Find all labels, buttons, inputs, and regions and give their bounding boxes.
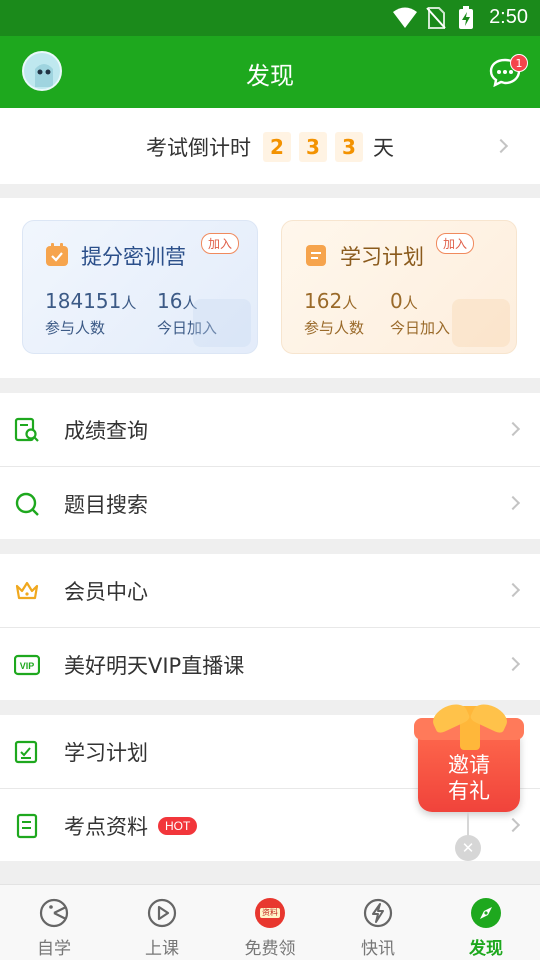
gift-connector — [467, 812, 469, 836]
menu-item-member-center[interactable]: 会员中心 — [0, 554, 540, 626]
join-button[interactable]: 加入 — [201, 233, 240, 254]
menu-item-label: 成绩查询 — [64, 419, 148, 443]
stat-unit: 人 — [121, 294, 137, 312]
participants-count: 184151人 — [45, 289, 136, 313]
stat-value: 184151 — [45, 289, 122, 313]
search-icon — [15, 492, 39, 516]
tab-self-study[interactable]: 自学 — [0, 885, 108, 960]
document-icon — [16, 813, 38, 839]
stat-unit: 人 — [342, 294, 358, 312]
no-sim-icon — [426, 7, 446, 29]
countdown-digit: 2 — [263, 132, 291, 162]
stat-label: 参与人数 — [304, 319, 365, 337]
stat-unit: 人 — [402, 294, 418, 312]
bottom-tab-bar: 自学 上课 资料 免费领 快讯 发现 — [0, 884, 540, 960]
gift-text: 邀请 有礼 — [416, 752, 522, 804]
stat-value: 162 — [304, 289, 343, 313]
feature-cards: 提分密训营 加入 184151人 参与人数 16人 今日加入 学习计划 加入 1… — [0, 198, 540, 378]
today-joined-count: 0人 — [390, 289, 418, 313]
tab-free-materials[interactable]: 资料 免费领 — [216, 885, 324, 960]
tab-news[interactable]: 快讯 — [324, 885, 432, 960]
page-title: 发现 — [246, 62, 294, 90]
join-button[interactable]: 加入 — [436, 233, 475, 254]
stat-label: 参与人数 — [45, 319, 106, 337]
card-decoration — [452, 299, 510, 347]
play-icon — [147, 898, 177, 928]
countdown-digit: 3 — [299, 132, 327, 162]
notepad-icon — [306, 245, 326, 266]
vip-icon: VIP — [14, 654, 40, 676]
tab-label: 上课 — [145, 939, 179, 959]
menu-item-label: 会员中心 — [64, 580, 148, 604]
menu-item-label: 美好明天VIP直播课 — [64, 654, 245, 678]
battery-charging-icon — [459, 6, 473, 29]
crown-icon — [15, 581, 39, 600]
study-plan-card[interactable]: 学习计划 加入 162人 参与人数 0人 今日加入 — [281, 220, 517, 354]
message-badge: 1 — [510, 54, 528, 72]
chevron-right-icon — [505, 656, 521, 672]
compass-icon — [471, 898, 501, 928]
menu-item-label: 题目搜索 — [64, 493, 148, 517]
card-decoration — [193, 299, 251, 347]
invite-gift-button[interactable]: 邀请 有礼 — [414, 699, 524, 816]
menu-item-label: 学习计划 — [64, 741, 148, 765]
countdown-label: 考试倒计时 — [146, 136, 251, 160]
menu-section-membership: 会员中心 VIP 美好明天VIP直播课 — [0, 554, 540, 700]
chevron-right-icon — [505, 817, 521, 833]
participants-count: 162人 — [304, 289, 357, 313]
training-camp-card[interactable]: 提分密训营 加入 184151人 参与人数 16人 今日加入 — [22, 220, 258, 354]
tab-badge-text: 资料 — [262, 908, 278, 917]
gift-text-line: 邀请 — [448, 753, 490, 777]
status-time: 2:50 — [489, 6, 528, 28]
status-bar: 2:50 — [0, 0, 540, 36]
hot-badge: HOT — [158, 817, 198, 835]
exam-countdown[interactable]: 考试倒计时 2 3 3 天 — [0, 108, 540, 184]
menu-item-vip-live[interactable]: VIP 美好明天VIP直播课 — [0, 628, 540, 700]
svg-text:VIP: VIP — [20, 661, 35, 671]
edit-checklist-icon — [14, 740, 38, 764]
close-icon[interactable]: ✕ — [455, 835, 481, 861]
stat-value: 0 — [390, 289, 403, 313]
today-joined-count: 16人 — [157, 289, 197, 313]
gift-text-line: 有礼 — [448, 779, 490, 803]
lightning-icon — [363, 898, 393, 928]
self-study-icon — [39, 898, 69, 928]
card-title: 学习计划 — [340, 245, 424, 269]
wifi-icon — [393, 7, 417, 28]
tab-label: 发现 — [469, 939, 503, 959]
menu-item-label: 考点资料 HOT — [64, 811, 198, 841]
calendar-check-icon — [46, 243, 68, 266]
chevron-right-icon — [505, 421, 521, 437]
tab-class[interactable]: 上课 — [108, 885, 216, 960]
chevron-right-icon — [505, 582, 521, 598]
app-header: 发现 1 — [0, 36, 540, 108]
score-search-icon — [14, 417, 39, 442]
menu-item-score-query[interactable]: 成绩查询 — [0, 393, 540, 465]
tab-label: 免费领 — [244, 939, 296, 959]
tab-discover[interactable]: 发现 — [432, 885, 540, 960]
chevron-right-icon — [505, 495, 521, 511]
countdown-unit: 天 — [373, 136, 394, 160]
card-title: 提分密训营 — [81, 245, 186, 269]
stat-label: 今日加入 — [390, 319, 451, 337]
menu-item-text: 考点资料 — [64, 815, 148, 839]
tab-label: 自学 — [37, 939, 71, 959]
tab-label: 快讯 — [361, 939, 395, 959]
menu-section-query: 成绩查询 题目搜索 — [0, 393, 540, 539]
countdown-digit: 3 — [335, 132, 363, 162]
menu-item-question-search[interactable]: 题目搜索 — [0, 467, 540, 539]
stat-value: 16 — [157, 289, 183, 313]
